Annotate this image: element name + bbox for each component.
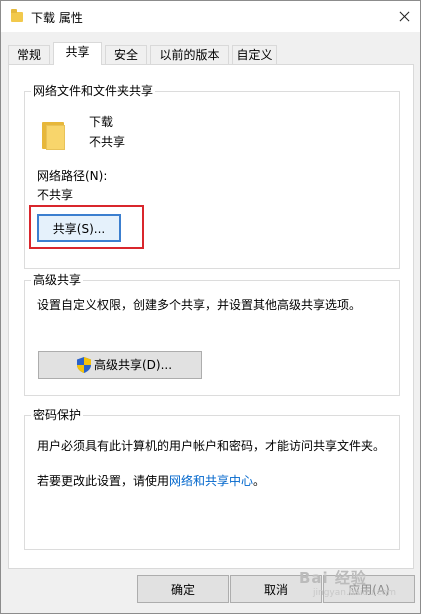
change-setting-prefix: 若要更改此设置，请使用 (37, 474, 170, 488)
share-button[interactable]: 共享(S)... (37, 214, 121, 242)
network-share-title: 网络文件和文件夹共享 (31, 84, 156, 98)
close-icon[interactable] (387, 1, 420, 32)
password-protection-group: 密码保护 用户必须具有此计算机的用户帐户和密码，才能访问共享文件夹。 若要更改此… (24, 408, 400, 550)
tab-security[interactable]: 安全 (105, 45, 147, 64)
password-protection-description: 用户必须具有此计算机的用户帐户和密码，才能访问共享文件夹。 (37, 439, 386, 453)
ok-button[interactable]: 确定 (137, 575, 229, 603)
network-sharing-center-link[interactable]: 网络和共享中心 (169, 474, 253, 488)
advanced-share-button[interactable]: 高级共享(D)... (38, 351, 202, 379)
network-share-group: 网络文件和文件夹共享 下载 不共享 网络路径(N): 不共享 共享(S)... (24, 84, 400, 269)
advanced-share-group: 高级共享 设置自定义权限，创建多个共享，并设置其他高级共享选项。 高级共享(D)… (24, 273, 400, 396)
baidu-watermark-url: jingyan.baidu.com (313, 588, 397, 598)
folder-name: 下载 (89, 115, 114, 129)
advanced-share-title: 高级共享 (31, 273, 84, 287)
tab-previous-versions[interactable]: 以前的版本 (150, 45, 229, 64)
change-setting-line: 若要更改此设置，请使用网络和共享中心。 (37, 474, 265, 488)
network-path-label: 网络路径(N): (37, 169, 108, 183)
tab-panel: 网络文件和文件夹共享 下载 不共享 网络路径(N): 不共享 共享(S)... … (8, 64, 414, 569)
tab-general[interactable]: 常规 (8, 45, 50, 64)
folder-icon (42, 122, 66, 150)
window-title: 下载 属性 (31, 11, 83, 25)
title-bar[interactable]: 下载 属性 (1, 1, 420, 32)
advanced-share-button-label: 高级共享(D)... (94, 358, 173, 372)
network-path-value: 不共享 (37, 188, 74, 202)
tab-sharing[interactable]: 共享 (53, 42, 102, 65)
folder-icon (11, 9, 23, 22)
tab-customize[interactable]: 自定义 (232, 45, 277, 64)
password-protection-title: 密码保护 (31, 408, 84, 422)
share-status: 不共享 (89, 135, 126, 149)
uac-shield-icon (77, 357, 91, 373)
baidu-watermark: Bai 经验 (299, 569, 367, 587)
change-setting-suffix: 。 (253, 474, 266, 488)
advanced-share-description: 设置自定义权限，创建多个共享，并设置其他高级共享选项。 (37, 298, 362, 312)
properties-window: 下载 属性 常规 共享 安全 以前的版本 自定义 网络文件和文件夹共享 下载 不… (0, 0, 421, 614)
